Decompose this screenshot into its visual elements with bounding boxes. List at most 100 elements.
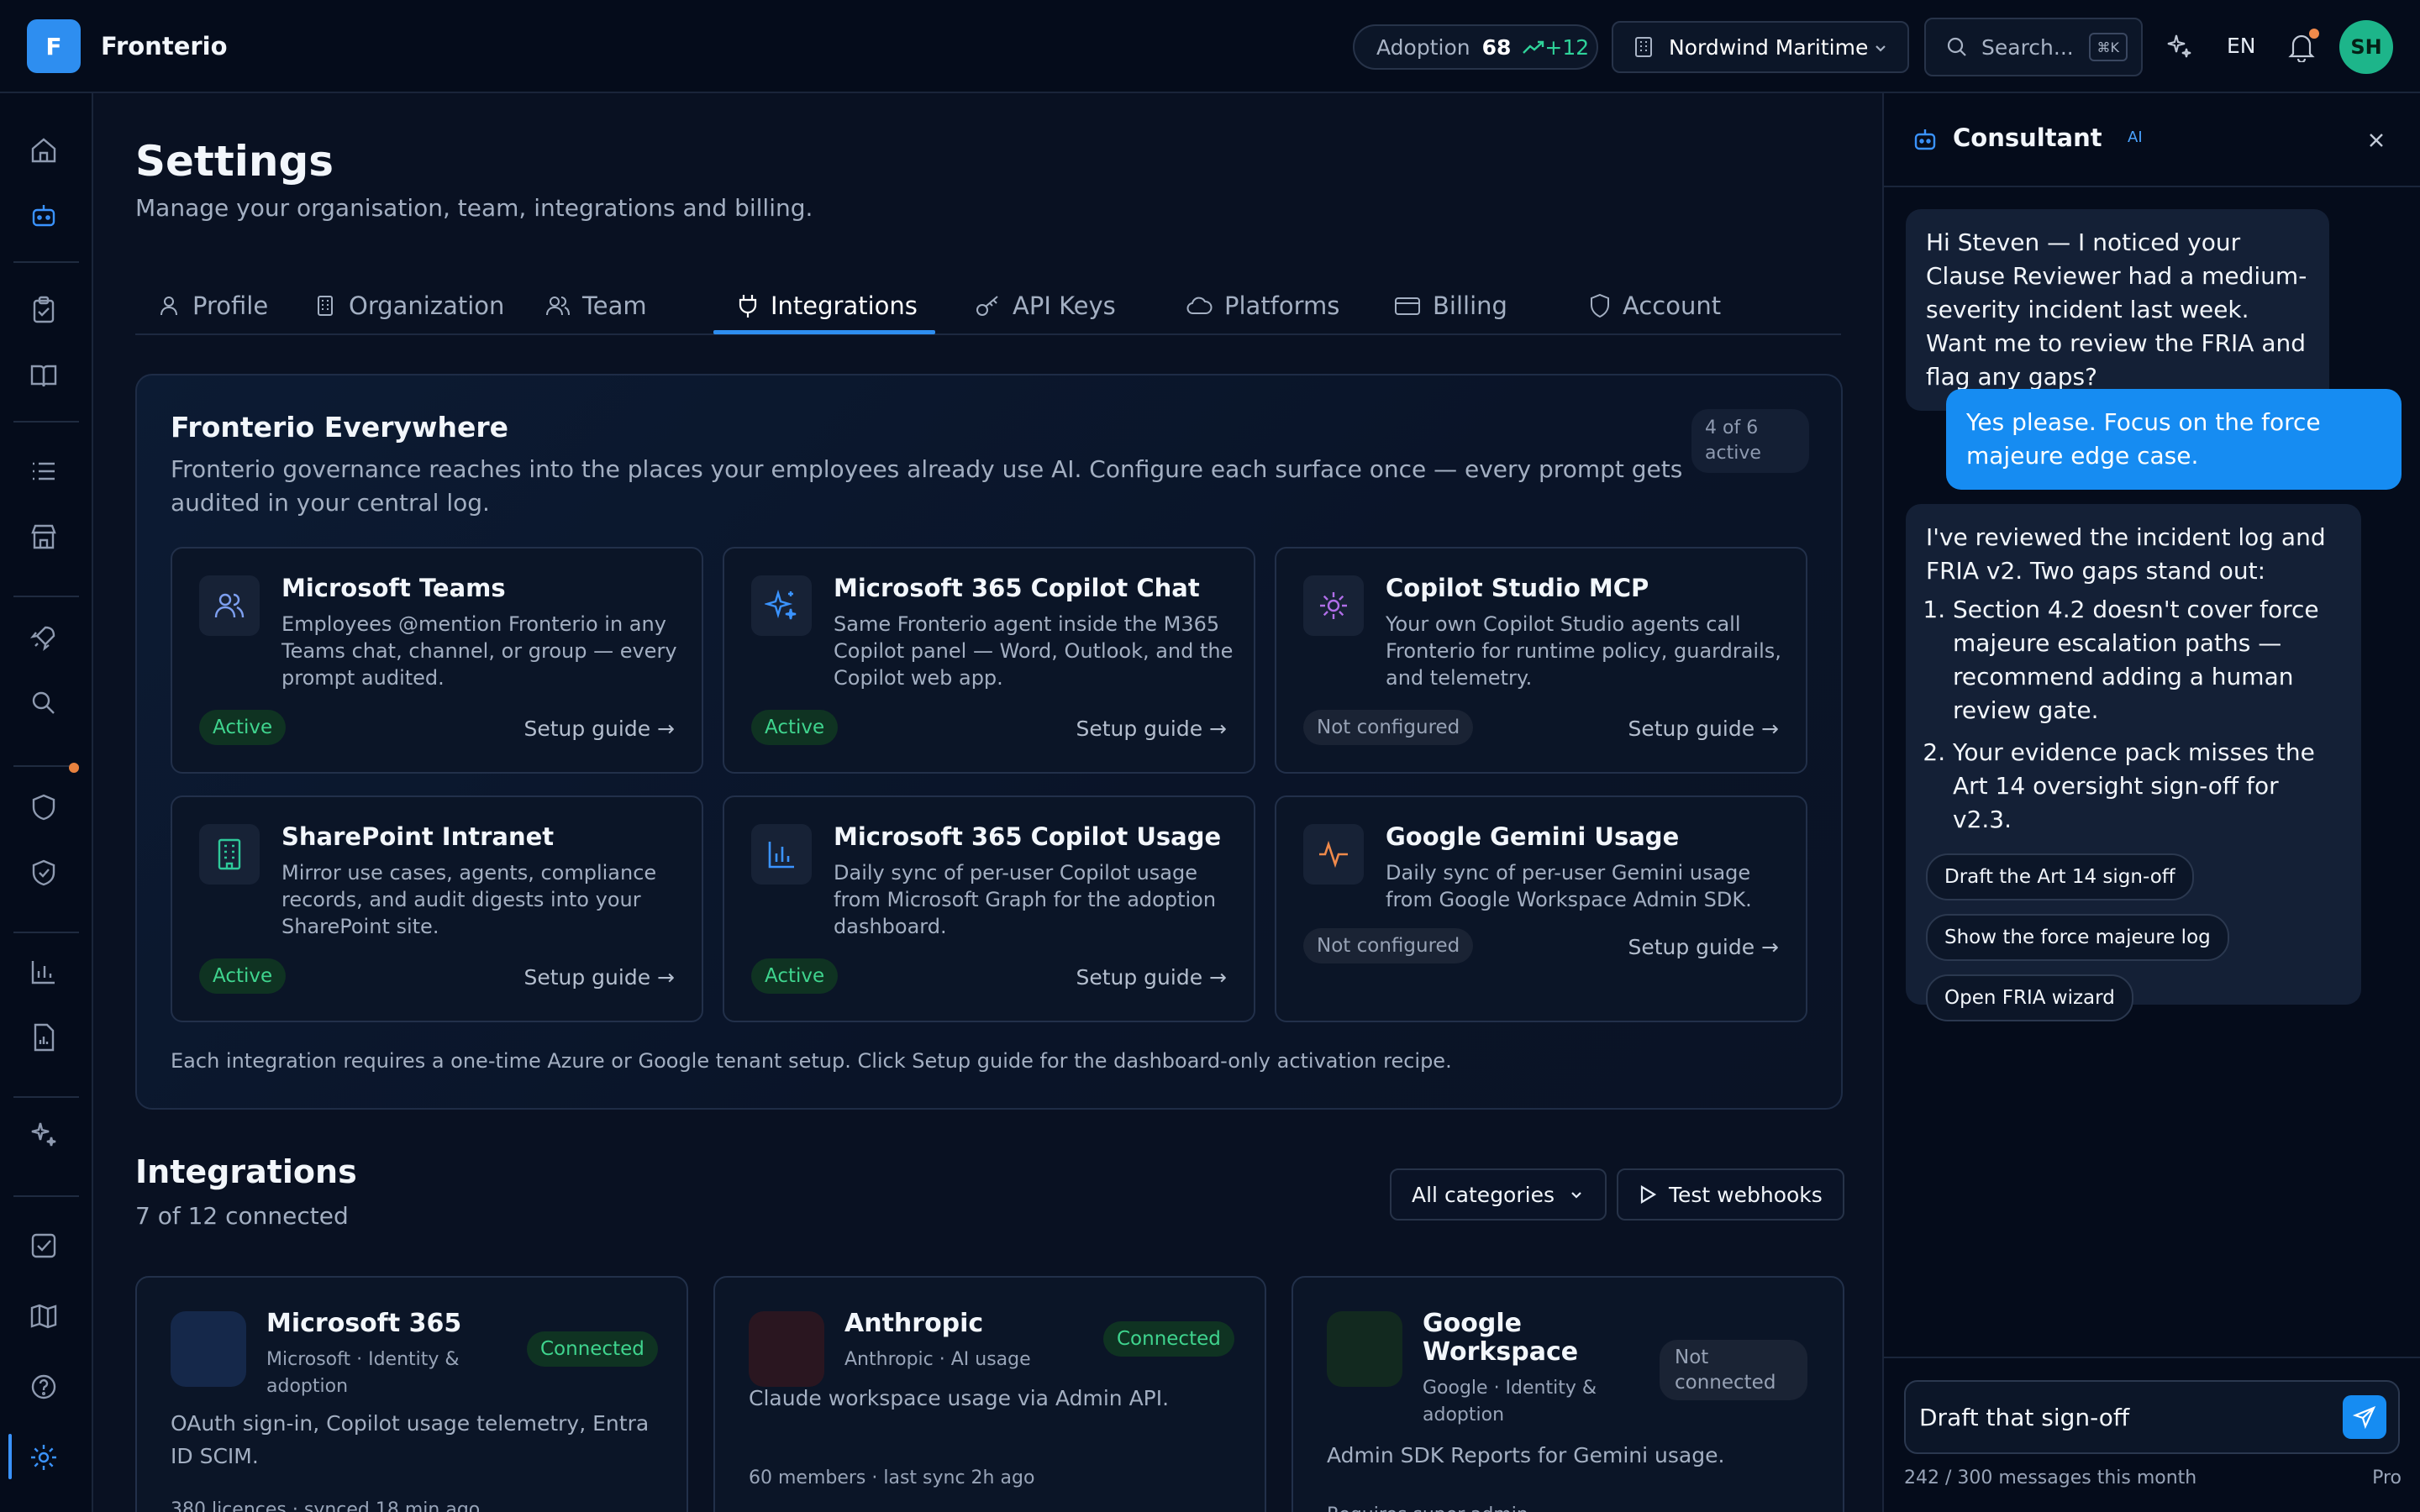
tab-platforms[interactable]: Platforms	[1186, 276, 1339, 335]
list-icon[interactable]	[29, 456, 59, 486]
provider-logo	[749, 1311, 824, 1387]
top-bar: F Fronterio Adoption 68 +12 Nordwind Mar…	[0, 0, 2420, 93]
integration-card-google-workspace[interactable]: Google Workspace Google · Identity & ado…	[1292, 1276, 1844, 1512]
test-webhooks-label: Test webhooks	[1669, 1182, 1823, 1207]
plan-label: Pro	[2372, 1467, 2402, 1488]
integration-description: OAuth sign-in, Copilot usage telemetry, …	[171, 1411, 650, 1468]
suggestion-chip[interactable]: Show the force majeure log	[1926, 914, 2229, 961]
rail-separator	[13, 1195, 79, 1197]
shield-icon[interactable]	[29, 792, 59, 822]
sparkles-icon	[751, 575, 812, 636]
consultant-title: Consultant	[1953, 123, 2102, 152]
integration-meta: Microsoft · Identity & adoption	[266, 1349, 460, 1397]
key-icon	[976, 296, 998, 316]
provider-logo	[1327, 1311, 1402, 1387]
card-title: SharePoint Intranet	[281, 822, 555, 851]
surface-card-sharepoint-intranet: SharePoint Intranet Mirror use cases, ag…	[171, 795, 703, 1022]
clipboard-icon[interactable]	[29, 295, 59, 325]
setup-guide-link[interactable]: Setup guide →	[523, 965, 675, 990]
adoption-score-pill[interactable]: Adoption 68 +12	[1353, 24, 1598, 70]
map-icon[interactable]	[29, 1301, 59, 1331]
tenant-selector[interactable]: Nordwind Maritime	[1612, 21, 1909, 73]
gear-icon[interactable]	[29, 1442, 59, 1473]
brand-name: Fronterio	[101, 32, 228, 60]
rocket-icon[interactable]	[29, 622, 59, 653]
page-title: Settings	[135, 137, 334, 186]
integration-title: Anthropic	[844, 1309, 984, 1338]
file-chart-icon[interactable]	[29, 1022, 59, 1053]
setup-guide-link[interactable]: Setup guide →	[1076, 965, 1227, 990]
close-icon[interactable]	[2366, 130, 2386, 150]
avatar[interactable]: SH	[2339, 20, 2393, 74]
sparkles-icon[interactable]	[2165, 32, 2193, 60]
store-icon[interactable]	[29, 522, 59, 552]
user-icon	[160, 297, 177, 316]
send-button[interactable]	[2343, 1395, 2386, 1439]
card-title: Copilot Studio MCP	[1386, 574, 1649, 602]
chat-input[interactable]: Draft that sign-off	[1904, 1380, 2400, 1454]
test-webhooks-button[interactable]: Test webhooks	[1617, 1168, 1844, 1221]
home-icon[interactable]	[29, 135, 59, 165]
chat-composer: Draft that sign-off 242 / 300 messages t…	[1884, 1357, 2420, 1512]
consultant-panel: Consultant AI Hi Steven — I noticed your…	[1882, 93, 2420, 1512]
provider-logo	[171, 1311, 246, 1387]
user-message: Yes please. Focus on the force majeure e…	[1946, 389, 2402, 490]
play-icon	[1640, 1185, 1657, 1204]
tenant-name: Nordwind Maritime	[1669, 34, 1869, 60]
checkbox-icon[interactable]	[29, 1231, 59, 1261]
search-input[interactable]: Search... ⌘K	[1924, 18, 2143, 76]
book-icon[interactable]	[29, 360, 59, 391]
status-badge: Active	[751, 958, 839, 994]
setup-guide-link[interactable]: Setup guide →	[523, 717, 675, 741]
help-icon[interactable]	[29, 1372, 59, 1402]
suggestion-chip[interactable]: Open FRIA wizard	[1926, 974, 2133, 1021]
notification-dot	[2309, 29, 2319, 39]
integration-card-microsoft-365[interactable]: Microsoft 365 Microsoft · Identity & ado…	[135, 1276, 688, 1512]
tab-api-keys[interactable]: API Keys	[976, 276, 1116, 335]
surface-card-m365-copilot-chat: Microsoft 365 Copilot Chat Same Fronteri…	[723, 547, 1255, 774]
tab-account[interactable]: Account	[1589, 276, 1721, 335]
bar-chart-icon[interactable]	[29, 957, 59, 987]
shield-check-icon[interactable]	[29, 858, 59, 888]
left-rail	[0, 93, 93, 1512]
status-badge: Not configured	[1303, 710, 1474, 745]
suggestion-chip[interactable]: Draft the Art 14 sign-off	[1926, 853, 2194, 900]
rail-notification-dot	[69, 763, 79, 773]
surface-card-google-gemini-usage: Google Gemini Usage Daily sync of per-us…	[1275, 795, 1807, 1022]
setup-guide-link[interactable]: Setup guide →	[1076, 717, 1227, 741]
ai-tag: AI	[2128, 129, 2143, 146]
settings-main: Settings Manage your organisation, team,…	[95, 93, 1882, 1512]
tab-team[interactable]: Team	[545, 276, 647, 335]
card-description: Mirror use cases, agents, compliance rec…	[281, 861, 657, 938]
robot-icon[interactable]	[29, 201, 59, 231]
tab-label: Account	[1623, 291, 1722, 320]
trend-up-icon	[1523, 40, 1544, 54]
tab-label: Integrations	[771, 291, 918, 320]
setup-guide-link[interactable]: Setup guide →	[1628, 935, 1779, 959]
page-subtitle: Manage your organisation, team, integrat…	[135, 194, 813, 222]
search-icon[interactable]	[29, 688, 59, 718]
sparkles-icon[interactable]	[29, 1120, 59, 1150]
chevron-down-icon	[1876, 45, 1886, 52]
language-switch[interactable]: EN	[2227, 34, 2256, 58]
status-badge: Connected	[527, 1331, 658, 1367]
surface-card-copilot-studio-mcp: Copilot Studio MCP Your own Copilot Stud…	[1275, 547, 1807, 774]
tab-label: API Keys	[1013, 291, 1116, 320]
shield-icon	[1591, 293, 1609, 318]
tab-billing[interactable]: Billing	[1394, 276, 1507, 335]
card-description: Employees @mention Fronterio in any Team…	[281, 612, 677, 690]
tab-integrations[interactable]: Integrations	[737, 276, 918, 335]
chat-input-value: Draft that sign-off	[1919, 1403, 2130, 1431]
assistant-message-intro: I've reviewed the incident log and FRIA …	[1926, 523, 2326, 585]
category-filter-dropdown[interactable]: All categories	[1390, 1168, 1607, 1221]
tab-profile[interactable]: Profile	[157, 276, 268, 335]
adoption-score: 68	[1481, 34, 1512, 60]
setup-guide-link[interactable]: Setup guide →	[1628, 717, 1779, 741]
integration-title: Google Workspace	[1423, 1309, 1579, 1367]
integration-card-anthropic[interactable]: Anthropic Anthropic · AI usage Connected…	[713, 1276, 1266, 1512]
tab-organization[interactable]: Organization	[313, 276, 504, 335]
brand[interactable]: F Fronterio	[27, 19, 228, 73]
tab-label: Team	[582, 291, 647, 320]
integration-title: Microsoft 365	[266, 1309, 462, 1338]
building-icon	[1635, 37, 1652, 57]
